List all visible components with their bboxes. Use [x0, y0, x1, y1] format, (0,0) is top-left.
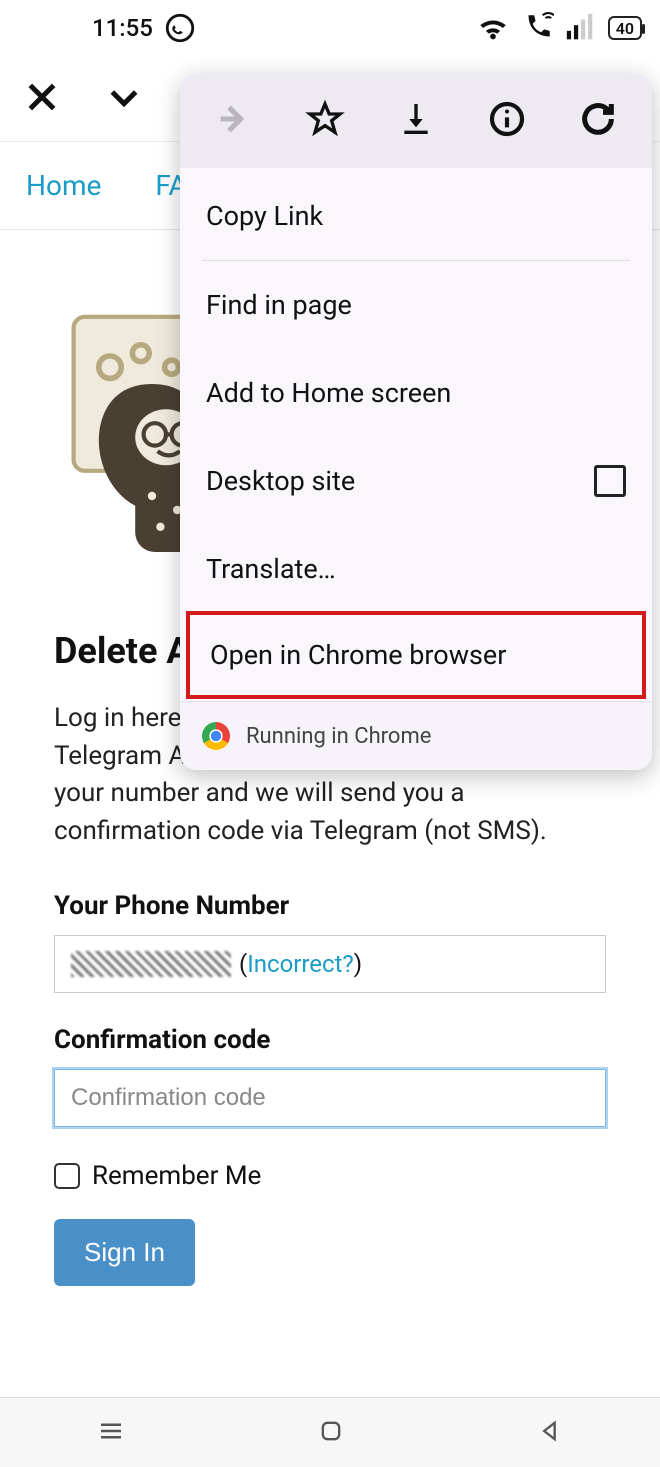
- status-time: 11:55: [92, 14, 153, 42]
- menu-find-in-page[interactable]: Find in page: [180, 261, 652, 349]
- back-icon[interactable]: [536, 1417, 564, 1449]
- menu-open-chrome[interactable]: Open in Chrome browser: [186, 611, 646, 699]
- running-in-chrome-label: Running in Chrome: [246, 724, 431, 749]
- home-icon[interactable]: [317, 1417, 345, 1449]
- phone-input[interactable]: (Incorrect?): [54, 935, 606, 993]
- wifi-icon: [476, 11, 510, 45]
- info-icon[interactable]: [487, 99, 527, 143]
- whatsapp-icon: [163, 11, 197, 45]
- system-nav-bar: [0, 1397, 660, 1467]
- remember-checkbox[interactable]: [54, 1163, 80, 1189]
- phone-value-redacted: [71, 951, 231, 977]
- menu-footer: Running in Chrome: [180, 701, 652, 770]
- signal-icon: [564, 11, 598, 45]
- incorrect-link[interactable]: Incorrect?: [247, 950, 354, 978]
- desktop-site-checkbox[interactable]: [594, 465, 626, 497]
- reload-icon[interactable]: [578, 99, 618, 143]
- download-icon[interactable]: [396, 99, 436, 143]
- remember-me-row[interactable]: Remember Me: [54, 1161, 606, 1191]
- recent-apps-icon[interactable]: [96, 1416, 126, 1450]
- confirmation-code-input[interactable]: [54, 1069, 606, 1127]
- phone-label: Your Phone Number: [54, 891, 606, 921]
- chrome-icon: [202, 722, 230, 750]
- menu-add-home[interactable]: Add to Home screen: [180, 349, 652, 437]
- status-bar: 11:55 40: [0, 0, 660, 56]
- code-label: Confirmation code: [54, 1025, 606, 1055]
- sign-in-button[interactable]: Sign In: [54, 1219, 195, 1286]
- tab-home[interactable]: Home: [26, 169, 101, 202]
- menu-desktop-site[interactable]: Desktop site: [180, 437, 652, 525]
- forward-icon[interactable]: [214, 99, 254, 143]
- bookmark-icon[interactable]: [305, 99, 345, 143]
- menu-toolbar: [180, 74, 652, 168]
- chrome-menu: Copy Link Find in page Add to Home scree…: [180, 74, 652, 770]
- call-wifi-icon: [520, 11, 554, 45]
- menu-copy-link[interactable]: Copy Link: [180, 172, 652, 260]
- remember-label: Remember Me: [92, 1161, 261, 1191]
- battery-indicator: 40: [608, 16, 642, 40]
- close-icon[interactable]: [22, 77, 62, 121]
- menu-translate[interactable]: Translate…: [180, 525, 652, 613]
- chevron-down-icon[interactable]: [104, 77, 144, 121]
